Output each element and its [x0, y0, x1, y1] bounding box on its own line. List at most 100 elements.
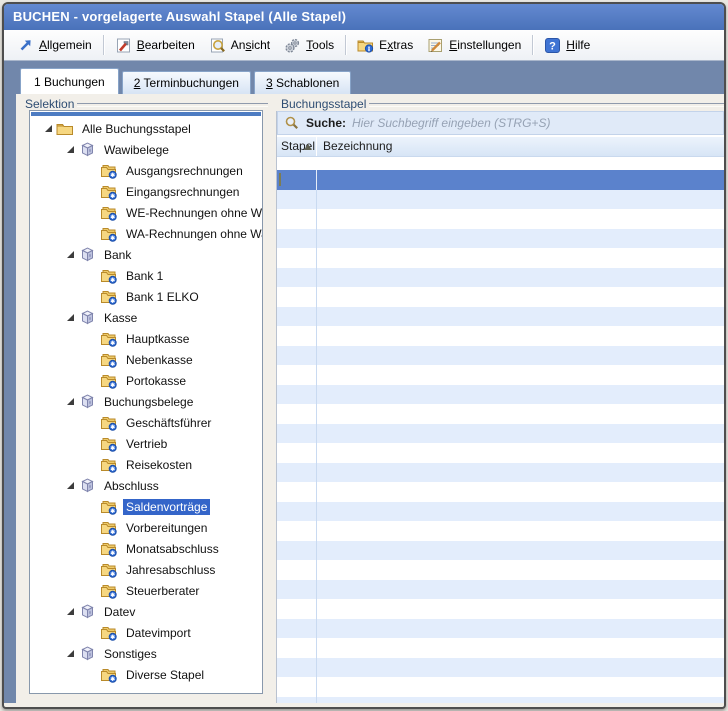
- grid-row-selected[interactable]: [277, 170, 724, 190]
- tree-item-we-rechnungen-ohne-wawi[interactable]: WE-Rechnungen ohne Wawi: [30, 202, 262, 223]
- grid-row[interactable]: [277, 268, 724, 288]
- search-input[interactable]: Suche: Hier Suchbegriff eingeben (STRG+S…: [277, 111, 724, 135]
- grid-row[interactable]: [277, 482, 724, 502]
- grid-row[interactable]: [277, 541, 724, 561]
- column-header-bezeichnung[interactable]: Bezeichnung: [317, 137, 724, 156]
- expander-icon[interactable]: [62, 608, 78, 615]
- menu-item-bearbeiten[interactable]: Bearbeiten: [108, 34, 202, 57]
- grid-cell-bezeichnung[interactable]: [317, 307, 724, 327]
- grid-row[interactable]: [277, 229, 724, 249]
- grid-cell-bezeichnung[interactable]: [317, 638, 724, 658]
- tree-item-bank-1-elko[interactable]: Bank 1 ELKO: [30, 286, 262, 307]
- grid-cell-bezeichnung[interactable]: [317, 482, 724, 502]
- grid-row[interactable]: [277, 658, 724, 678]
- tree-item-abschluss[interactable]: Abschluss: [30, 475, 262, 496]
- grid-cell-bezeichnung[interactable]: [317, 541, 724, 561]
- tree-item-kasse[interactable]: Kasse: [30, 307, 262, 328]
- tree-item-monatsabschluss[interactable]: Monatsabschluss: [30, 538, 262, 559]
- grid-cell-bezeichnung[interactable]: [317, 677, 724, 697]
- grid-row[interactable]: [277, 638, 724, 658]
- expander-icon[interactable]: [62, 482, 78, 489]
- grid-cell-stapel[interactable]: [277, 541, 317, 561]
- tree-item-reisekosten[interactable]: Reisekosten: [30, 454, 262, 475]
- grid-cell-bezeichnung[interactable]: [317, 424, 724, 444]
- menu-item-ansicht[interactable]: Ansicht: [202, 34, 277, 57]
- grid-cell-bezeichnung[interactable]: [317, 599, 724, 619]
- grid-cell-stapel[interactable]: [277, 560, 317, 580]
- grid-cell-bezeichnung[interactable]: [317, 229, 724, 249]
- grid-row[interactable]: [277, 463, 724, 483]
- tree-item-wa-rechnungen-ohne-wawi[interactable]: WA-Rechnungen ohne Wawi: [30, 223, 262, 244]
- grid-cell-stapel[interactable]: [277, 170, 317, 190]
- grid-cell-stapel[interactable]: [277, 580, 317, 600]
- grid-cell-bezeichnung[interactable]: [317, 170, 724, 190]
- grid-cell-bezeichnung[interactable]: [317, 580, 724, 600]
- grid-cell-stapel[interactable]: [277, 287, 317, 307]
- grid-cell-stapel[interactable]: [277, 502, 317, 522]
- tree-item-vertrieb[interactable]: Vertrieb: [30, 433, 262, 454]
- grid-cell-stapel[interactable]: [277, 404, 317, 424]
- grid-row[interactable]: [277, 385, 724, 405]
- menu-item-hilfe[interactable]: ?Hilfe: [537, 34, 597, 57]
- grid-cell-stapel[interactable]: [277, 677, 317, 697]
- tree-item-steuerberater[interactable]: Steuerberater: [30, 580, 262, 601]
- tree-item-wawibelege[interactable]: Wawibelege: [30, 139, 262, 160]
- menu-item-tools[interactable]: Tools: [277, 34, 341, 57]
- grid-cell-stapel[interactable]: [277, 443, 317, 463]
- grid-cell-stapel[interactable]: [277, 365, 317, 385]
- grid-cell-bezeichnung[interactable]: [317, 190, 724, 210]
- tree-item-datevimport[interactable]: Datevimport: [30, 622, 262, 643]
- grid-cell-stapel[interactable]: [277, 346, 317, 366]
- grid-row[interactable]: [277, 287, 724, 307]
- grid-row[interactable]: [277, 599, 724, 619]
- grid-cell-stapel[interactable]: [277, 209, 317, 229]
- tree-item-alle-buchungsstapel[interactable]: Alle Buchungsstapel: [30, 118, 262, 139]
- grid-cell-stapel[interactable]: [277, 697, 317, 704]
- menu-item-allgemein[interactable]: Allgemein: [10, 34, 99, 57]
- grid-row[interactable]: [277, 697, 724, 704]
- expander-icon[interactable]: [62, 398, 78, 405]
- expander-icon[interactable]: [62, 650, 78, 657]
- tree-item-saldenvortr-ge[interactable]: Saldenvorträge: [30, 496, 262, 517]
- grid-row[interactable]: [277, 502, 724, 522]
- grid-cell-stapel[interactable]: [277, 638, 317, 658]
- tree-item-datev[interactable]: Datev: [30, 601, 262, 622]
- grid-cell-bezeichnung[interactable]: [317, 658, 724, 678]
- grid-row[interactable]: [277, 326, 724, 346]
- grid-row[interactable]: [277, 521, 724, 541]
- grid-row[interactable]: [277, 619, 724, 639]
- grid-cell-stapel[interactable]: [277, 599, 317, 619]
- grid-cell-bezeichnung[interactable]: [317, 326, 724, 346]
- tree-item-jahresabschluss[interactable]: Jahresabschluss: [30, 559, 262, 580]
- grid-cell-bezeichnung[interactable]: [317, 502, 724, 522]
- grid-row[interactable]: [277, 404, 724, 424]
- expander-icon[interactable]: [40, 125, 56, 132]
- grid-row[interactable]: [277, 190, 724, 210]
- grid-cell-stapel[interactable]: [277, 482, 317, 502]
- grid-row[interactable]: [277, 677, 724, 697]
- grid-cell-bezeichnung[interactable]: [317, 385, 724, 405]
- tab-3-schablonen[interactable]: 3 Schablonen: [254, 71, 351, 94]
- tree-item-vorbereitungen[interactable]: Vorbereitungen: [30, 517, 262, 538]
- tree-item-hauptkasse[interactable]: Hauptkasse: [30, 328, 262, 349]
- grid-cell-stapel[interactable]: [277, 307, 317, 327]
- grid-cell-bezeichnung[interactable]: [317, 619, 724, 639]
- column-header-stapel[interactable]: Stapel: [277, 137, 317, 156]
- tree-item-ausgangsrechnungen[interactable]: Ausgangsrechnungen: [30, 160, 262, 181]
- grid-cell-stapel[interactable]: [277, 248, 317, 268]
- tree-item-gesch-ftsf-hrer[interactable]: Geschäftsführer: [30, 412, 262, 433]
- grid-row[interactable]: [277, 209, 724, 229]
- grid-cell-bezeichnung[interactable]: [317, 560, 724, 580]
- grid-row[interactable]: [277, 580, 724, 600]
- tab-1-buchungen[interactable]: 1 Buchungen: [20, 68, 119, 94]
- grid-row[interactable]: [277, 443, 724, 463]
- tree-item-eingangsrechnungen[interactable]: Eingangsrechnungen: [30, 181, 262, 202]
- grid-cell-bezeichnung[interactable]: [317, 365, 724, 385]
- grid-cell-stapel[interactable]: [277, 658, 317, 678]
- grid-cell-bezeichnung[interactable]: [317, 404, 724, 424]
- tree-item-portokasse[interactable]: Portokasse: [30, 370, 262, 391]
- menu-item-extras[interactable]: Extras: [350, 34, 420, 57]
- grid-cell-stapel[interactable]: [277, 463, 317, 483]
- grid-row[interactable]: [277, 346, 724, 366]
- tree-item-buchungsbelege[interactable]: Buchungsbelege: [30, 391, 262, 412]
